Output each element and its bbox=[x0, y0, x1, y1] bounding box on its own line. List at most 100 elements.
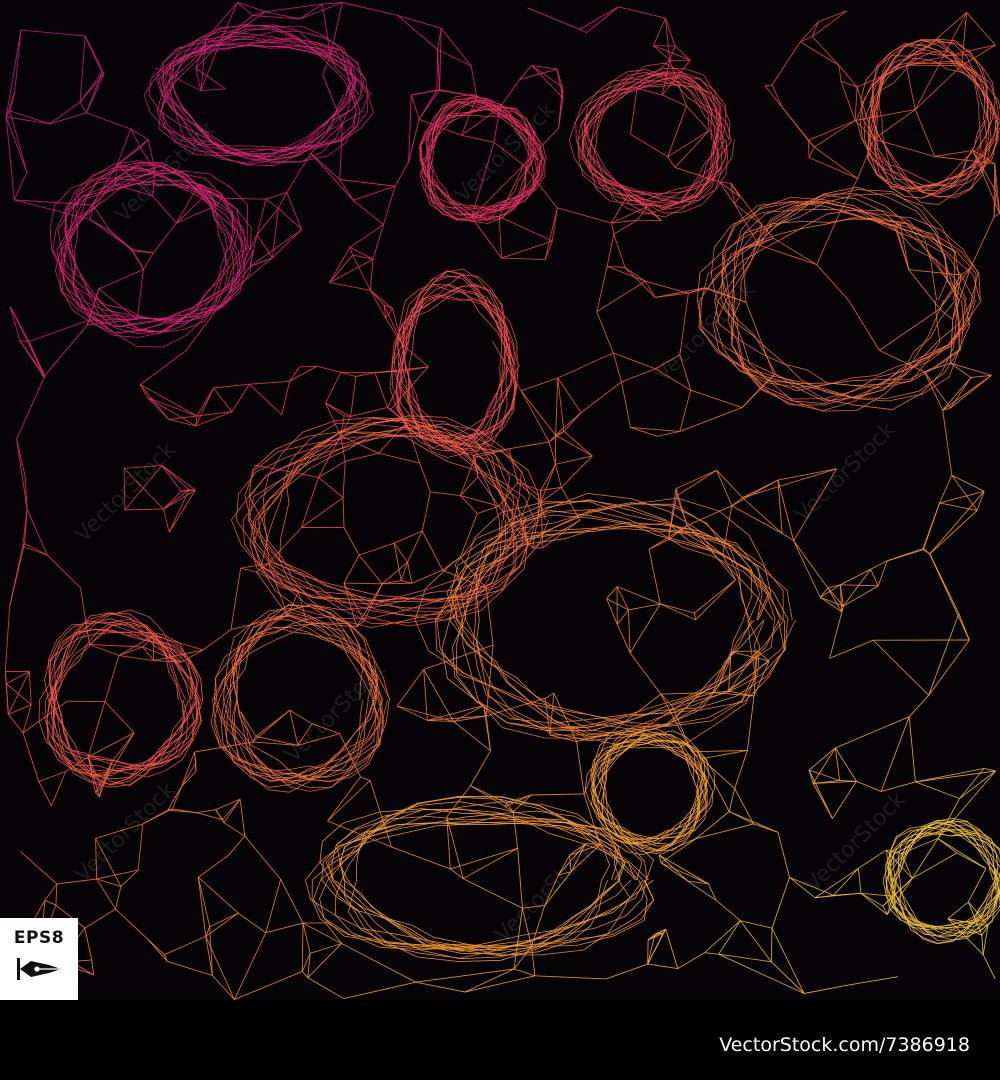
mesh-line bbox=[629, 603, 661, 654]
mesh-line bbox=[540, 464, 556, 491]
mesh-line bbox=[44, 324, 88, 377]
mesh-line bbox=[520, 390, 556, 436]
mesh-line bbox=[950, 377, 972, 409]
mesh-line bbox=[829, 605, 844, 659]
mesh-line bbox=[616, 586, 661, 605]
mesh-line bbox=[555, 412, 582, 436]
mesh-line bbox=[660, 862, 689, 882]
mesh-line bbox=[345, 452, 379, 462]
mesh-line bbox=[223, 822, 246, 837]
mesh-ring bbox=[878, 57, 992, 192]
mesh-line bbox=[299, 365, 317, 368]
mesh-line bbox=[531, 65, 563, 88]
mesh-line bbox=[342, 497, 345, 528]
mesh-line bbox=[818, 10, 848, 23]
mesh-line bbox=[742, 497, 783, 534]
mesh-line bbox=[301, 497, 344, 528]
mesh-line bbox=[325, 402, 351, 417]
mesh-line bbox=[914, 109, 936, 157]
mesh-line bbox=[310, 152, 354, 201]
mesh-line bbox=[695, 579, 736, 621]
mesh-line bbox=[653, 45, 691, 61]
mesh-line bbox=[289, 710, 299, 746]
mesh-line bbox=[499, 79, 520, 108]
mesh-line bbox=[307, 977, 345, 999]
mesh-line bbox=[329, 254, 353, 283]
mesh-line bbox=[520, 390, 550, 443]
mesh-line bbox=[922, 548, 931, 555]
mesh-ring bbox=[49, 170, 248, 348]
mesh-line bbox=[142, 808, 173, 825]
mesh-ring bbox=[473, 509, 776, 730]
mesh-line bbox=[840, 81, 856, 121]
mesh-line bbox=[56, 878, 97, 885]
mesh-line bbox=[523, 164, 558, 209]
mesh-line bbox=[799, 21, 819, 43]
mesh-line bbox=[576, 741, 585, 794]
mesh-line bbox=[340, 371, 356, 377]
mesh-line bbox=[147, 397, 198, 417]
mesh-line bbox=[378, 452, 420, 464]
mesh-line bbox=[112, 732, 135, 762]
mesh-line bbox=[164, 935, 206, 956]
mesh-line bbox=[343, 981, 416, 1000]
mesh-line bbox=[758, 244, 817, 266]
mesh-line bbox=[343, 582, 383, 585]
mesh-line bbox=[96, 869, 139, 880]
mesh-line bbox=[20, 29, 86, 37]
mesh-line bbox=[240, 567, 257, 573]
mesh-line bbox=[28, 671, 32, 705]
mesh-line bbox=[679, 390, 692, 432]
mesh-line bbox=[237, 1, 266, 13]
mesh-line bbox=[421, 491, 431, 532]
mesh-line bbox=[669, 45, 676, 61]
mesh-line bbox=[915, 781, 960, 799]
mesh-line bbox=[606, 586, 618, 599]
mesh-line bbox=[356, 583, 383, 628]
mesh-line bbox=[140, 350, 187, 385]
mesh-line bbox=[301, 971, 309, 978]
mesh-ring bbox=[889, 833, 999, 937]
mesh-line bbox=[555, 464, 562, 488]
mesh-line bbox=[19, 340, 30, 342]
mesh-line bbox=[616, 609, 629, 625]
mesh-line bbox=[544, 207, 558, 260]
mesh-line bbox=[195, 42, 220, 69]
mesh-line bbox=[984, 767, 996, 772]
mesh-line bbox=[501, 240, 553, 259]
mesh-line bbox=[95, 838, 122, 887]
mesh-line bbox=[939, 490, 985, 504]
mesh-line bbox=[808, 120, 856, 141]
mesh-line bbox=[630, 133, 668, 158]
mesh-line bbox=[46, 554, 81, 589]
mesh-line bbox=[628, 603, 661, 611]
mesh-line bbox=[914, 65, 963, 110]
mesh-line bbox=[16, 377, 45, 440]
mesh-line bbox=[829, 639, 874, 659]
mesh-line bbox=[168, 418, 196, 427]
mesh-line bbox=[605, 963, 648, 980]
mesh-line bbox=[38, 781, 52, 807]
mesh-line bbox=[915, 767, 985, 783]
mesh-line bbox=[799, 41, 840, 66]
mesh-line bbox=[115, 908, 149, 940]
mesh-line bbox=[771, 41, 801, 86]
mesh-line bbox=[942, 377, 972, 411]
mesh-line bbox=[355, 372, 376, 377]
mesh-line bbox=[621, 381, 631, 428]
mesh-line bbox=[928, 639, 970, 696]
mesh-line bbox=[545, 692, 555, 699]
mesh-line bbox=[470, 750, 491, 786]
mesh-line bbox=[19, 340, 45, 377]
mesh-line bbox=[221, 197, 267, 200]
mesh-line bbox=[557, 352, 614, 379]
mesh-line bbox=[517, 482, 541, 491]
mesh-line bbox=[460, 495, 500, 507]
mesh-line bbox=[658, 854, 709, 885]
mesh-line bbox=[676, 469, 717, 497]
mesh-line bbox=[715, 899, 741, 922]
mesh-line bbox=[114, 184, 153, 197]
footer-bar: VectorStock.com/7386918 bbox=[0, 1000, 1000, 1080]
mesh-line bbox=[147, 939, 168, 962]
mesh-line bbox=[19, 850, 58, 885]
